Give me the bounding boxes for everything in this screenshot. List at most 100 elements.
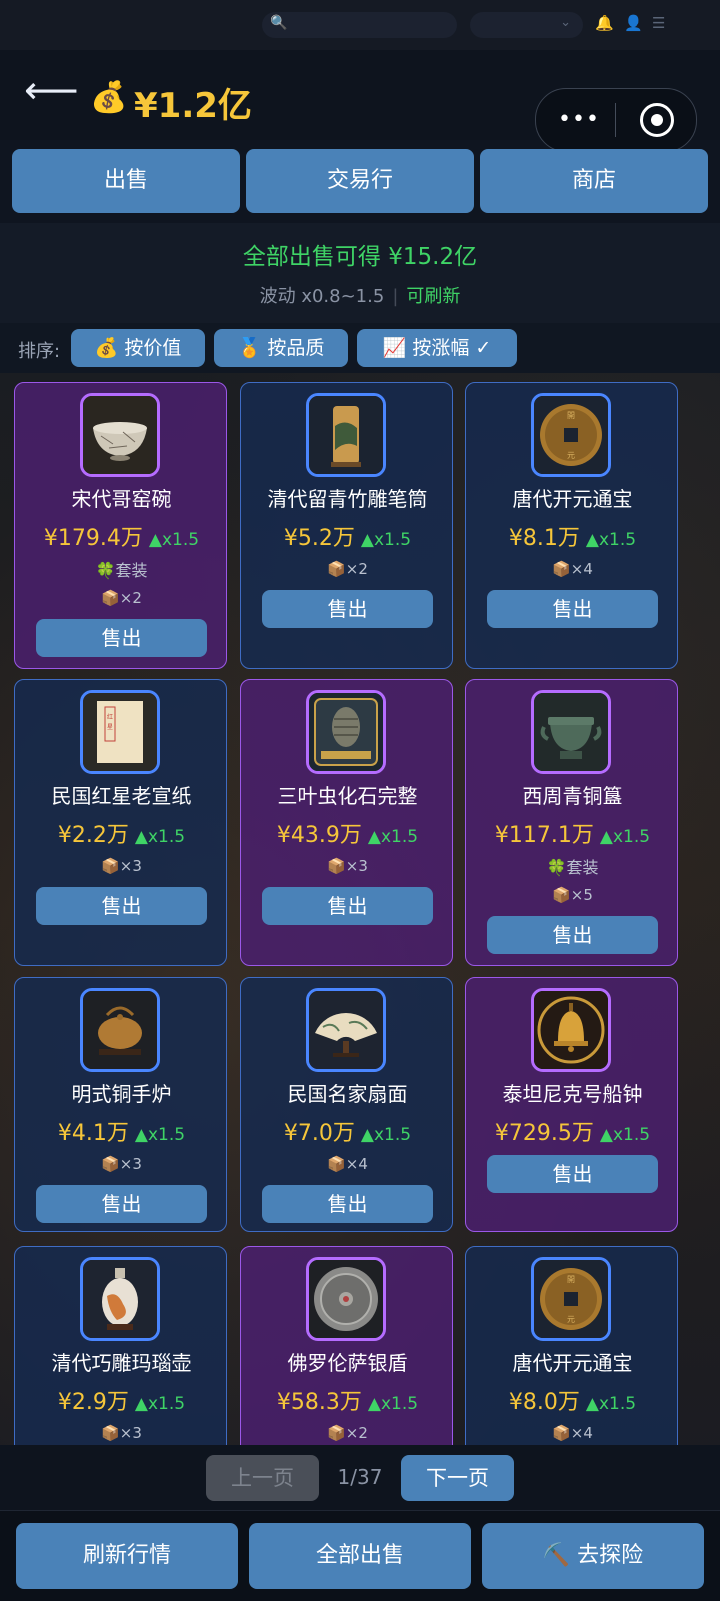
item-card: 西周青铜簋 ¥117.1万 ▲x1.5 🍀套装 📦×5 售出 — [465, 679, 678, 966]
item-thumbnail — [306, 988, 386, 1072]
price-multiplier: ▲x1.5 — [599, 1125, 651, 1145]
sell-button[interactable]: 售出 — [487, 590, 658, 628]
chevron-down-icon: ⌄ — [560, 15, 571, 30]
sell-button[interactable]: 售出 — [487, 1155, 658, 1193]
price-multiplier: ▲x1.5 — [134, 1125, 186, 1145]
divider: | — [392, 286, 399, 307]
pagination: 上一页 1/37 下一页 — [0, 1445, 720, 1510]
item-quantity: 📦×4 — [552, 560, 593, 578]
price-multiplier: ▲x1.5 — [367, 1394, 419, 1414]
price-value: ¥2.9万 — [57, 1390, 129, 1415]
item-price: ¥117.1万 ▲x1.5 — [466, 817, 679, 849]
menu-icon[interactable]: ☰ — [652, 14, 665, 32]
tab-shop[interactable]: 商店 — [480, 149, 708, 213]
item-card: 開元 唐代开元通宝 ¥8.0万 ▲x1.5 📦×4 — [465, 1246, 678, 1476]
item-thumbnail — [531, 988, 611, 1072]
price-multiplier: ▲x1.5 — [134, 827, 186, 847]
sort-label: 排序: — [18, 341, 61, 362]
item-name: 清代巧雕玛瑙壶 — [51, 1351, 192, 1375]
item-price: ¥2.9万 ▲x1.5 — [15, 1384, 228, 1416]
more-icon[interactable]: ••• — [558, 107, 600, 132]
sell-button[interactable]: 售出 — [487, 916, 658, 954]
price-value: ¥58.3万 — [276, 1390, 362, 1415]
svg-text:開: 開 — [567, 411, 575, 420]
sell-summary: 全部出售可得 ¥15.2亿 波动 x0.8~1.5 | 可刷新 — [0, 223, 720, 323]
svg-text:元: 元 — [567, 1315, 575, 1324]
item-card: 清代巧雕玛瑙壶 ¥2.9万 ▲x1.5 📦×3 — [14, 1246, 227, 1476]
price-multiplier: ▲x1.5 — [599, 827, 651, 847]
top-search-box[interactable]: 🔍 — [262, 12, 457, 38]
tab-sell[interactable]: 出售 — [12, 149, 240, 213]
sell-button[interactable]: 售出 — [262, 887, 433, 925]
item-card: 宋代哥窑碗 ¥179.4万 ▲x1.5 🍀套装 📦×2 售出 — [14, 382, 227, 669]
item-price: ¥179.4万 ▲x1.5 — [15, 520, 228, 552]
sell-button[interactable]: 售出 — [36, 1185, 207, 1223]
item-name: 泰坦尼克号船钟 — [502, 1082, 643, 1106]
price-value: ¥729.5万 — [494, 1121, 594, 1146]
item-quantity: 📦×3 — [101, 1424, 142, 1442]
item-quantity: 📦×3 — [101, 857, 142, 875]
item-price: ¥8.1万 ▲x1.5 — [466, 520, 679, 552]
price-value: ¥8.1万 — [508, 526, 580, 551]
item-name: 民国名家扇面 — [287, 1082, 408, 1106]
item-price: ¥2.2万 ▲x1.5 — [15, 817, 228, 849]
tab-exchange[interactable]: 交易行 — [246, 149, 474, 213]
bell-icon[interactable]: 🔔 — [595, 14, 614, 32]
money-bag-icon: 💰 — [90, 80, 128, 115]
sort-bar: 排序: 💰 按价值 🏅 按品质 📈 按涨幅 ✓ — [0, 323, 720, 373]
sort-by-quality-button[interactable]: 🏅 按品质 — [214, 329, 348, 367]
sell-button[interactable]: 售出 — [36, 887, 207, 925]
prev-page-button[interactable]: 上一页 — [206, 1455, 319, 1501]
price-value: ¥8.0万 — [508, 1390, 580, 1415]
item-quantity: 📦×2 — [327, 560, 368, 578]
item-thumbnail — [306, 393, 386, 477]
item-card: 明式铜手炉 ¥4.1万 ▲x1.5 📦×3 售出 — [14, 977, 227, 1232]
svg-text:開: 開 — [567, 1275, 575, 1284]
user-icon[interactable]: 👤 — [624, 14, 643, 32]
item-card: 三叶虫化石完整 ¥43.9万 ▲x1.5 📦×3 售出 — [240, 679, 453, 966]
sell-button[interactable]: 售出 — [36, 619, 207, 657]
item-thumbnail: 開元 — [531, 1257, 611, 1341]
set-badge: 🍀套装 — [546, 858, 599, 877]
sort-by-value-button[interactable]: 💰 按价值 — [71, 329, 205, 367]
item-name: 清代留青竹雕笔筒 — [267, 487, 428, 511]
sell-button[interactable]: 售出 — [262, 590, 433, 628]
svg-text:元: 元 — [567, 451, 575, 460]
item-thumbnail — [80, 988, 160, 1072]
top-select[interactable]: ⌄ — [470, 12, 583, 38]
price-value: ¥4.1万 — [57, 1121, 129, 1146]
item-price: ¥43.9万 ▲x1.5 — [241, 817, 454, 849]
price-multiplier: ▲x1.5 — [360, 1125, 412, 1145]
svg-text:星: 星 — [107, 724, 113, 731]
explore-button[interactable]: ⛏️ 去探险 — [482, 1523, 704, 1589]
price-multiplier: ▲x1.5 — [148, 530, 200, 550]
price-multiplier: ▲x1.5 — [134, 1394, 186, 1414]
item-name: 西周青铜簋 — [522, 784, 623, 808]
item-thumbnail — [80, 1257, 160, 1341]
close-target-icon[interactable] — [640, 103, 674, 137]
refresh-market-button[interactable]: 刷新行情 — [16, 1523, 238, 1589]
price-multiplier: ▲x1.5 — [367, 827, 419, 847]
search-icon: 🔍 — [270, 15, 288, 31]
price-value: ¥5.2万 — [283, 526, 355, 551]
tab-bar: 出售 交易行 商店 — [12, 149, 708, 213]
volatility-text: 波动 x0.8~1.5 — [259, 286, 385, 307]
sell-all-button[interactable]: 全部出售 — [249, 1523, 471, 1589]
price-multiplier: ▲x1.5 — [585, 530, 637, 550]
item-name: 佛罗伦萨银盾 — [287, 1351, 408, 1375]
refreshable-text: 可刷新 — [406, 286, 461, 307]
item-thumbnail — [306, 690, 386, 774]
item-thumbnail — [531, 690, 611, 774]
sell-button[interactable]: 售出 — [262, 1185, 433, 1223]
item-quantity: 📦×4 — [327, 1155, 368, 1173]
item-card: 清代留青竹雕笔筒 ¥5.2万 ▲x1.5 📦×2 售出 — [240, 382, 453, 669]
next-page-button[interactable]: 下一页 — [401, 1455, 514, 1501]
item-card: 開元 唐代开元通宝 ¥8.1万 ▲x1.5 📦×4 售出 — [465, 382, 678, 669]
item-name: 宋代哥窑碗 — [71, 487, 172, 511]
miniprogram-capsule: ••• — [535, 88, 697, 152]
price-multiplier: ▲x1.5 — [360, 530, 412, 550]
item-card: 佛罗伦萨银盾 ¥58.3万 ▲x1.5 📦×2 — [240, 1246, 453, 1476]
sort-by-rise-button[interactable]: 📈 按涨幅 ✓ — [357, 329, 517, 367]
back-arrow-icon[interactable]: ⟵ — [24, 70, 78, 110]
price-value: ¥43.9万 — [276, 823, 362, 848]
